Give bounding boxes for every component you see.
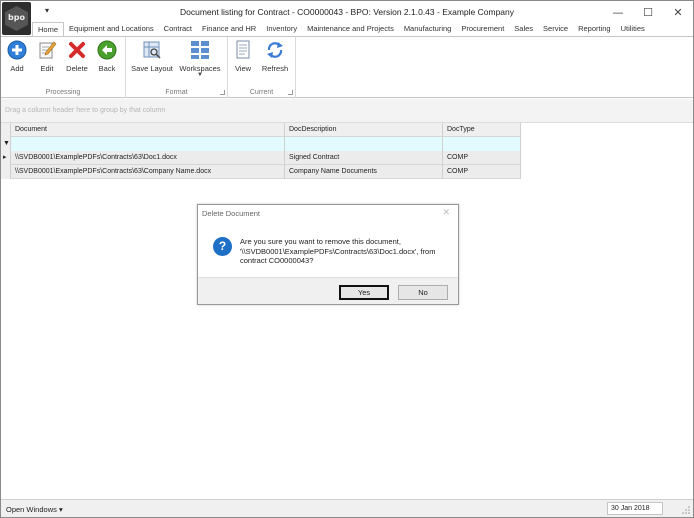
tab-sales[interactable]: Sales: [509, 22, 538, 37]
save-layout-icon: [142, 40, 162, 60]
cell-doctype[interactable]: COMP: [443, 151, 521, 165]
table-row[interactable]: \\SVDB0001\ExamplePDFs\Contracts\63\Comp…: [1, 165, 521, 179]
tab-finance-and-hr[interactable]: Finance and HR: [197, 22, 261, 37]
delete-document-dialog: Delete Document ✕ ? Are you sure you wan…: [197, 204, 459, 305]
cell-document[interactable]: \\SVDB0001\ExamplePDFs\Contracts\63\Comp…: [11, 165, 285, 179]
ribbon: Add Edit Delete Back Processing Save Lay…: [1, 36, 693, 98]
edit-icon: [37, 40, 57, 60]
add-label: Add: [10, 64, 24, 73]
tab-procurement[interactable]: Procurement: [456, 22, 509, 37]
ribbon-group-current: View Refresh Current: [228, 37, 296, 98]
workspaces-icon: [190, 40, 210, 60]
tab-inventory[interactable]: Inventory: [261, 22, 302, 37]
add-button[interactable]: Add: [3, 40, 31, 73]
group-label-processing: Processing: [45, 89, 81, 96]
quick-access-dropdown-icon[interactable]: ▾: [45, 6, 49, 15]
back-button[interactable]: Back: [93, 40, 121, 73]
delete-label: Delete: [66, 64, 88, 73]
format-group-launcher-icon[interactable]: [220, 90, 225, 95]
back-arrow-icon: [97, 40, 117, 60]
tab-reporting[interactable]: Reporting: [573, 22, 616, 37]
documents-grid: Document DocDescription DocType ▼ ▸ \\SV…: [1, 123, 521, 179]
delete-icon: [67, 40, 87, 60]
filter-cell-doctype[interactable]: [443, 137, 521, 151]
filter-cell-document[interactable]: [11, 137, 285, 151]
cell-document[interactable]: \\SVDB0001\ExamplePDFs\Contracts\63\Doc1…: [11, 151, 285, 165]
filter-icon[interactable]: ▼: [1, 137, 11, 151]
column-header-docdescription[interactable]: DocDescription: [285, 123, 443, 137]
dialog-footer: Yes No: [198, 277, 458, 304]
ribbon-tabs: Home Equipment and Locations Contract Fi…: [32, 22, 650, 37]
yes-button[interactable]: Yes: [339, 285, 389, 300]
group-by-hint: Drag a column header here to group by th…: [5, 107, 166, 114]
minimize-button[interactable]: —: [603, 1, 633, 23]
question-icon: ?: [213, 237, 232, 256]
no-button[interactable]: No: [398, 285, 448, 300]
cell-doctype[interactable]: COMP: [443, 165, 521, 179]
refresh-button[interactable]: Refresh: [259, 40, 291, 73]
current-row-indicator-icon: ▸: [1, 151, 11, 165]
maximize-button[interactable]: ☐: [633, 1, 663, 23]
column-header-doctype[interactable]: DocType: [443, 123, 521, 137]
group-label-format: Format: [165, 89, 188, 96]
tab-utilities[interactable]: Utilities: [616, 22, 650, 37]
app-window: Document listing for Contract - CO000004…: [0, 0, 694, 518]
table-row[interactable]: ▸ \\SVDB0001\ExamplePDFs\Contracts\63\Do…: [1, 151, 521, 165]
tab-manufacturing[interactable]: Manufacturing: [399, 22, 457, 37]
dialog-close-icon[interactable]: ✕: [442, 207, 450, 218]
date-field[interactable]: 30 Jan 2018: [607, 502, 663, 515]
view-icon: [233, 40, 253, 60]
save-layout-button[interactable]: Save Layout: [129, 40, 175, 73]
window-controls: — ☐ ✕: [603, 1, 693, 23]
status-bar: Open Windows ▾ 30 Jan 2018: [1, 499, 693, 517]
header-indicator-cell: [1, 123, 11, 137]
back-label: Back: [98, 64, 116, 73]
cell-docdescription[interactable]: Signed Contract: [285, 151, 443, 165]
group-label-current: Current: [249, 89, 274, 96]
dialog-message: Are you sure you want to remove this doc…: [240, 237, 436, 265]
open-windows-dropdown[interactable]: Open Windows ▾: [6, 505, 63, 514]
size-grip-icon[interactable]: [682, 506, 690, 514]
view-label: View: [234, 64, 252, 73]
workspaces-button[interactable]: Workspaces ▼: [178, 40, 222, 78]
dialog-title: Delete Document: [202, 209, 260, 218]
filter-cell-docdescription[interactable]: [285, 137, 443, 151]
row-indicator-cell: [1, 165, 11, 179]
column-header-document[interactable]: Document: [11, 123, 285, 137]
group-by-panel[interactable]: Drag a column header here to group by th…: [1, 99, 693, 123]
window-title: Document listing for Contract - CO000004…: [179, 7, 515, 17]
ribbon-group-format: Save Layout Workspaces ▼ Format: [126, 37, 228, 98]
app-logo[interactable]: bpo: [2, 2, 31, 35]
tab-service[interactable]: Service: [538, 22, 573, 37]
tab-home[interactable]: Home: [32, 22, 65, 37]
grid-filter-row: ▼: [1, 137, 521, 151]
edit-button[interactable]: Edit: [33, 40, 61, 73]
save-layout-label: Save Layout: [131, 64, 173, 73]
current-group-launcher-icon[interactable]: [288, 90, 293, 95]
view-button[interactable]: View: [232, 40, 254, 73]
cell-docdescription[interactable]: Company Name Documents: [285, 165, 443, 179]
edit-label: Edit: [40, 64, 54, 73]
delete-button[interactable]: Delete: [63, 40, 91, 73]
refresh-label: Refresh: [261, 64, 289, 73]
tab-contract[interactable]: Contract: [159, 22, 197, 37]
grid-header-row: Document DocDescription DocType: [1, 123, 521, 137]
tab-maintenance-and-projects[interactable]: Maintenance and Projects: [302, 22, 399, 37]
title-bar: Document listing for Contract - CO000004…: [1, 1, 693, 23]
refresh-icon: [265, 40, 285, 60]
logo-text: bpo: [8, 13, 25, 22]
ribbon-group-processing: Add Edit Delete Back Processing: [1, 37, 126, 98]
close-button[interactable]: ✕: [663, 1, 693, 23]
add-icon: [7, 40, 27, 60]
tab-equipment-and-locations[interactable]: Equipment and Locations: [64, 22, 159, 37]
